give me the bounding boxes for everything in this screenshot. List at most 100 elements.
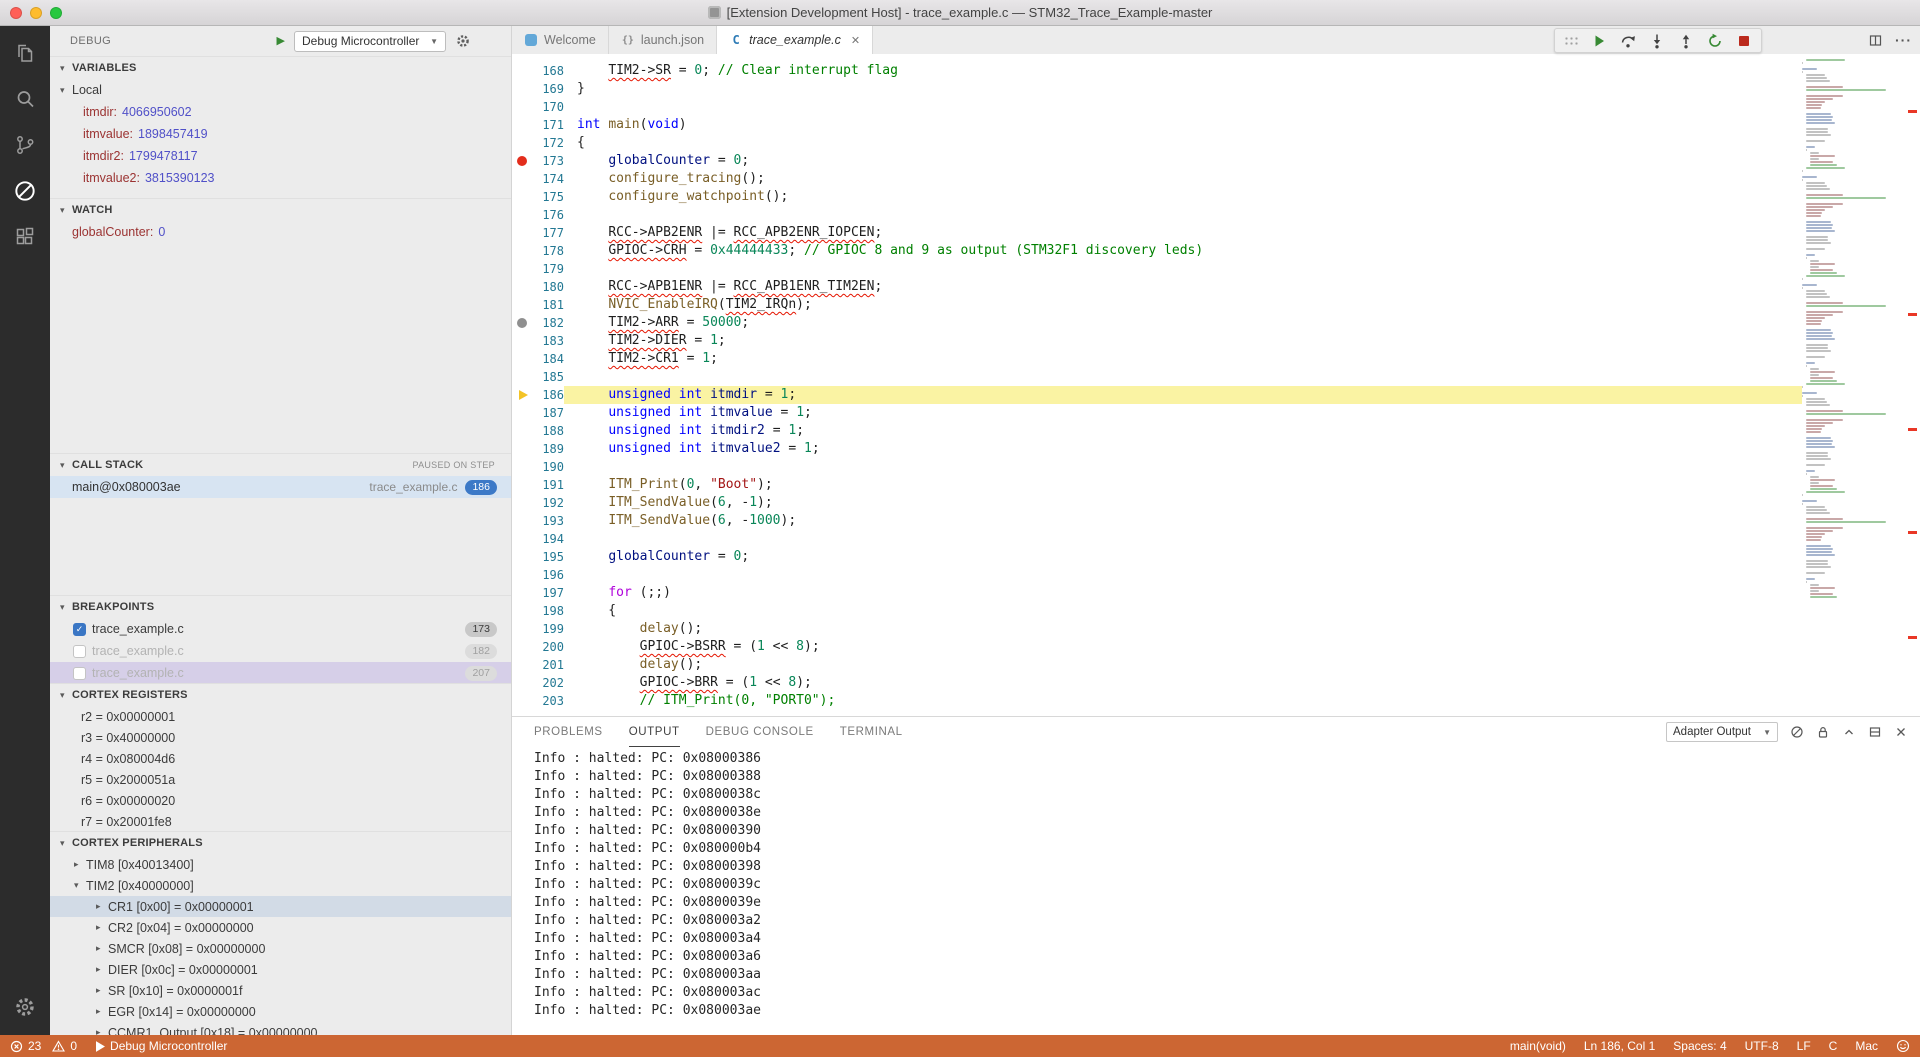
variable-row[interactable]: itmdir2:1799478117 [50,145,511,167]
peripheral-row[interactable]: ▸EGR [0x14] = 0x00000000 [50,1001,511,1022]
code-text[interactable]: TIM2->CR1 = 1; [564,350,1802,368]
toolbar-drag-handle[interactable] [1564,36,1578,45]
tab-welcome[interactable]: Welcome [512,26,609,54]
watch-row[interactable]: globalCounter:0 [50,221,511,243]
code-text[interactable]: NVIC_EnableIRQ(TIM2_IRQn); [564,296,1802,314]
output-channel-select[interactable]: Adapter Output ▼ [1666,722,1778,742]
breakpoint-row[interactable]: ✓trace_example.c173 [50,618,511,640]
debug-icon[interactable] [0,168,50,214]
code-text[interactable]: ITM_SendValue(6, -1000); [564,512,1802,530]
split-editor-icon[interactable] [1868,33,1883,48]
peripheral-row[interactable]: ▾TIM2 [0x40000000] [50,875,511,896]
code-text[interactable]: GPIOC->CRH = 0x44444433; // GPIOC 8 and … [564,242,1802,260]
encoding-setting[interactable]: UTF-8 [1745,1039,1779,1053]
breakpoint-checkbox[interactable]: ✓ [73,623,86,636]
register-row[interactable]: r6 = 0x00000020 [50,790,511,811]
code-text[interactable]: unsigned int itmvalue = 1; [564,404,1802,422]
source-control-icon[interactable] [0,122,50,168]
cortex-peripherals-section-header[interactable]: ▾ CORTEX PERIPHERALS [50,832,511,854]
language-mode[interactable]: C [1829,1039,1838,1053]
code-text[interactable]: ITM_SendValue(6, -1); [564,494,1802,512]
register-row[interactable]: r3 = 0x40000000 [50,727,511,748]
explorer-icon[interactable] [0,30,50,76]
code-text[interactable]: for (;;) [564,584,1802,602]
register-row[interactable]: r5 = 0x2000051a [50,769,511,790]
settings-gear-icon[interactable] [0,979,50,1035]
panel-tab-debug-console[interactable]: DEBUG CONSOLE [706,717,814,747]
minimap[interactable] [1802,54,1902,716]
code-text[interactable]: globalCounter = 0; [564,548,1802,566]
configure-gear-icon[interactable] [455,33,471,49]
step-into-button[interactable] [1649,33,1665,49]
breakpoint-checkbox[interactable] [73,645,86,658]
peripheral-row[interactable]: ▸SR [0x10] = 0x0000001f [50,980,511,1001]
code-text[interactable] [564,206,1802,224]
register-row[interactable]: r2 = 0x00000001 [50,706,511,727]
maximize-panel-icon[interactable] [1842,725,1856,739]
problems-status[interactable]: 23 0 [10,1039,77,1053]
code-text[interactable]: } [564,80,1802,98]
indentation-setting[interactable]: Spaces: 4 [1673,1039,1726,1053]
eol-setting[interactable]: LF [1797,1039,1811,1053]
code-text[interactable]: unsigned int itmdir = 1; [564,386,1802,404]
breakpoint-gutter[interactable] [512,318,532,328]
restart-button[interactable] [1707,33,1723,49]
register-row[interactable]: r7 = 0x20001fe8 [50,811,511,831]
debug-config-status[interactable]: Debug Microcontroller [95,1039,227,1053]
code-text[interactable]: unsigned int itmdir2 = 1; [564,422,1802,440]
peripheral-row[interactable]: ▸TIM8 [0x40013400] [50,854,511,875]
breakpoint-row[interactable]: trace_example.c182 [50,640,511,662]
breakpoint-row[interactable]: trace_example.c207 [50,662,511,683]
variable-row[interactable]: itmvalue2:3815390123 [50,167,511,189]
minimize-window-button[interactable] [30,7,42,19]
code-text[interactable] [564,530,1802,548]
code-text[interactable]: int main(void) [564,116,1802,134]
panel-tab-problems[interactable]: PROBLEMS [534,717,603,747]
code-text[interactable]: { [564,134,1802,152]
variables-section-header[interactable]: ▾ VARIABLES [50,57,511,79]
close-icon[interactable]: ✕ [851,34,860,47]
code-text[interactable]: GPIOC->BSRR = (1 << 8); [564,638,1802,656]
code-text[interactable]: delay(); [564,620,1802,638]
breakpoints-section-header[interactable]: ▾ BREAKPOINTS [50,596,511,618]
code-text[interactable]: globalCounter = 0; [564,152,1802,170]
callstack-frame[interactable]: main@0x080003aetrace_example.c186 [50,476,511,498]
code-text[interactable]: TIM2->DIER = 1; [564,332,1802,350]
code-text[interactable]: TIM2->ARR = 50000; [564,314,1802,332]
tab-trace-example-c[interactable]: Ctrace_example.c✕ [717,26,873,54]
code-text[interactable]: RCC->APB1ENR |= RCC_APB1ENR_TIM2EN; [564,278,1802,296]
code-area[interactable]: 168 TIM2->SR = 0; // Clear interrupt fla… [512,54,1802,710]
current-symbol[interactable]: main(void) [1510,1039,1566,1053]
debug-config-select[interactable]: Debug Microcontroller ▼ [294,31,446,52]
variable-row[interactable]: itmvalue:1898457419 [50,123,511,145]
code-text[interactable] [564,368,1802,386]
code-text[interactable]: // ITM_Print(0, "PORT0"); [564,692,1802,710]
watch-section-header[interactable]: ▾ WATCH [50,199,511,221]
more-actions-icon[interactable]: ··· [1895,32,1912,48]
panel-tab-terminal[interactable]: TERMINAL [840,717,903,747]
code-text[interactable]: configure_tracing(); [564,170,1802,188]
variable-row[interactable]: itmdir:4066950602 [50,101,511,123]
breakpoint-checkbox[interactable] [73,667,86,680]
cortex-registers-section-header[interactable]: ▾ CORTEX REGISTERS [50,684,511,706]
scope-local[interactable]: ▾ Local [50,79,511,101]
code-text[interactable]: GPIOC->BRR = (1 << 8); [564,674,1802,692]
breakpoint-gutter[interactable] [512,156,532,166]
clear-output-icon[interactable] [1790,725,1804,739]
step-out-button[interactable] [1678,33,1694,49]
code-text[interactable]: { [564,602,1802,620]
extensions-icon[interactable] [0,214,50,260]
cursor-position[interactable]: Ln 186, Col 1 [1584,1039,1655,1053]
continue-button[interactable] [1591,33,1607,49]
code-text[interactable]: unsigned int itmvalue2 = 1; [564,440,1802,458]
code-text[interactable]: delay(); [564,656,1802,674]
overview-ruler[interactable] [1902,54,1920,716]
peripheral-row[interactable]: ▸DIER [0x0c] = 0x00000001 [50,959,511,980]
close-window-button[interactable] [10,7,22,19]
os-label[interactable]: Mac [1855,1039,1878,1053]
stop-button[interactable] [1736,33,1752,49]
code-text[interactable]: ITM_Print(0, "Boot"); [564,476,1802,494]
scroll-lock-icon[interactable] [1816,725,1830,739]
start-debug-button[interactable]: ▶ [277,36,285,47]
close-panel-icon[interactable] [1894,725,1908,739]
